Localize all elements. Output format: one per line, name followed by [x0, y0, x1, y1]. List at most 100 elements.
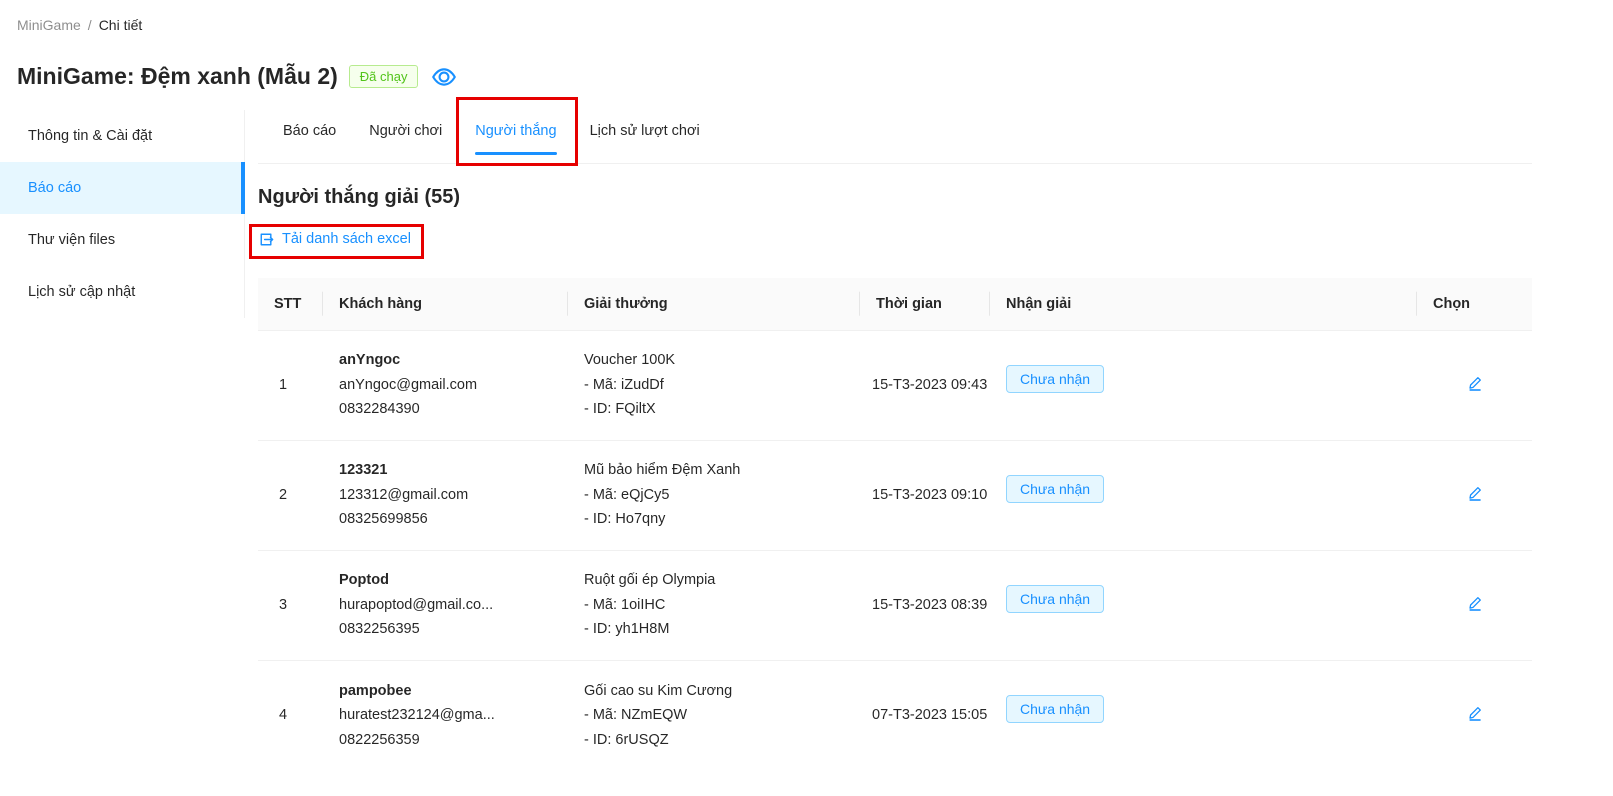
table-header: STTKhách hàngGiải thưởngThời gianNhận gi… [258, 278, 1532, 331]
table-row: 2 123321 123312@gmail.com 08325699856 Mũ… [258, 440, 1532, 550]
prize-id: - ID: 6rUSQZ [584, 728, 844, 753]
cell-time: 15-T3-2023 09:43 [860, 330, 990, 440]
table-row: 4 pampobee huratest232124@gma... 0822256… [258, 660, 1532, 770]
prize-id: - ID: Ho7qny [584, 507, 844, 532]
cell-choose [1417, 550, 1532, 660]
tab-ink-bar [475, 152, 556, 155]
table-body: 1 anYngoc anYngoc@gmail.com 0832284390 V… [258, 330, 1532, 770]
customer-phone: 0832256395 [339, 617, 552, 642]
column-header-2: Giải thưởng [568, 278, 860, 331]
customer-name: anYngoc [339, 348, 552, 373]
status-badge-not-received: Chưa nhận [1006, 475, 1104, 503]
sidebar: Thông tin & Cài đặt Báo cáo Thư viện fil… [0, 106, 245, 318]
sidebar-item-1[interactable]: Báo cáo [0, 162, 244, 214]
edit-icon[interactable] [1466, 594, 1484, 612]
prize-id: - ID: yh1H8M [584, 617, 844, 642]
prize-code: - Mã: iZudDf [584, 373, 844, 398]
cell-stt: 4 [258, 660, 323, 770]
download-excel-label: Tải danh sách excel [282, 231, 411, 247]
sidebar-item-label: Thư viện files [28, 232, 115, 248]
cell-time: 15-T3-2023 09:10 [860, 440, 990, 550]
table-row: 1 anYngoc anYngoc@gmail.com 0832284390 V… [258, 330, 1532, 440]
tab-0[interactable]: Báo cáo [283, 106, 336, 163]
export-icon [259, 232, 274, 247]
cell-choose [1417, 330, 1532, 440]
sidebar-item-label: Lịch sử cập nhật [28, 284, 135, 300]
prize-name: Voucher 100K [584, 348, 844, 373]
cell-customer: pampobee huratest232124@gma... 082225635… [323, 660, 568, 770]
prize-id: - ID: FQiltX [584, 397, 844, 422]
edit-icon[interactable] [1466, 484, 1484, 502]
cell-receive-status: Chưa nhận [990, 440, 1417, 550]
cell-customer: 123321 123312@gmail.com 08325699856 [323, 440, 568, 550]
section-title: Người thắng giải (55) [258, 186, 1532, 209]
tab-label: Báo cáo [283, 123, 336, 139]
cell-prize: Voucher 100K - Mã: iZudDf - ID: FQiltX [568, 330, 860, 440]
customer-phone: 08325699856 [339, 507, 552, 532]
tab-1[interactable]: Người chơi [369, 106, 442, 163]
cell-prize: Ruột gối ép Olympia - Mã: 1oiIHC - ID: y… [568, 550, 860, 660]
status-badge: Đã chạy [349, 65, 419, 88]
column-header-0: STT [258, 278, 323, 331]
cell-receive-status: Chưa nhận [990, 550, 1417, 660]
cell-time: 15-T3-2023 08:39 [860, 550, 990, 660]
download-excel-link[interactable]: Tải danh sách excel [259, 231, 411, 247]
breadcrumb-item-current: Chi tiết [99, 17, 143, 33]
cell-prize: Mũ bảo hiểm Đệm Xanh - Mã: eQjCy5 - ID: … [568, 440, 860, 550]
main-layout: Thông tin & Cài đặt Báo cáo Thư viện fil… [0, 106, 1613, 770]
cell-choose [1417, 660, 1532, 770]
customer-name: 123321 [339, 458, 552, 483]
prize-name: Ruột gối ép Olympia [584, 568, 844, 593]
cell-customer: anYngoc anYngoc@gmail.com 0832284390 [323, 330, 568, 440]
cell-receive-status: Chưa nhận [990, 330, 1417, 440]
winners-table: STTKhách hàngGiải thưởngThời gianNhận gi… [258, 278, 1532, 771]
cell-receive-status: Chưa nhận [990, 660, 1417, 770]
status-badge-not-received: Chưa nhận [1006, 585, 1104, 613]
tab-3[interactable]: Lịch sử lượt chơi [590, 106, 700, 163]
edit-icon[interactable] [1466, 704, 1484, 722]
status-badge-not-received: Chưa nhận [1006, 695, 1104, 723]
column-header-3: Thời gian [860, 278, 990, 331]
tab-label: Lịch sử lượt chơi [590, 123, 700, 139]
customer-name: Poptod [339, 568, 552, 593]
cell-customer: Poptod hurapoptod@gmail.co... 0832256395 [323, 550, 568, 660]
page-title: MiniGame: Đệm xanh (Mẫu 2) [17, 63, 338, 90]
cell-stt: 1 [258, 330, 323, 440]
tab-label: Người thắng [475, 123, 556, 139]
sidebar-item-label: Thông tin & Cài đặt [28, 128, 152, 144]
tab-bar: Báo cáo Người chơi Người thắng Lịch sử l… [258, 106, 1532, 164]
customer-email: anYngoc@gmail.com [339, 373, 552, 398]
column-header-1: Khách hàng [323, 278, 568, 331]
prize-name: Mũ bảo hiểm Đệm Xanh [584, 458, 844, 483]
column-header-4: Nhận giải [990, 278, 1417, 331]
breadcrumb-separator: / [88, 17, 92, 33]
export-link-wrapper: Tải danh sách excel [259, 231, 411, 250]
eye-icon[interactable] [431, 64, 457, 90]
cell-prize: Gối cao su Kim Cương - Mã: NZmEQW - ID: … [568, 660, 860, 770]
sidebar-item-3[interactable]: Lịch sử cập nhật [0, 266, 244, 318]
column-header-5: Chọn [1417, 278, 1532, 331]
sidebar-item-0[interactable]: Thông tin & Cài đặt [0, 110, 244, 162]
cell-choose [1417, 440, 1532, 550]
prize-code: - Mã: eQjCy5 [584, 483, 844, 508]
table-row: 3 Poptod hurapoptod@gmail.co... 08322563… [258, 550, 1532, 660]
breadcrumb: MiniGame / Chi tiết [0, 0, 1613, 33]
content-panel: Báo cáo Người chơi Người thắng Lịch sử l… [245, 106, 1613, 770]
status-badge-not-received: Chưa nhận [1006, 365, 1104, 393]
cell-stt: 3 [258, 550, 323, 660]
tab-2[interactable]: Người thắng [475, 106, 556, 163]
sidebar-menu: Thông tin & Cài đặt Báo cáo Thư viện fil… [0, 110, 245, 318]
customer-name: pampobee [339, 679, 552, 704]
customer-phone: 0822256359 [339, 728, 552, 753]
prize-name: Gối cao su Kim Cương [584, 679, 844, 704]
page-header: MiniGame: Đệm xanh (Mẫu 2) Đã chạy [17, 63, 1613, 90]
customer-email: hurapoptod@gmail.co... [339, 593, 552, 618]
prize-code: - Mã: 1oiIHC [584, 593, 844, 618]
cell-time: 07-T3-2023 15:05 [860, 660, 990, 770]
breadcrumb-item-minigame[interactable]: MiniGame [17, 17, 81, 33]
sidebar-item-2[interactable]: Thư viện files [0, 214, 244, 266]
tab-label: Người chơi [369, 123, 442, 139]
customer-email: 123312@gmail.com [339, 483, 552, 508]
edit-icon[interactable] [1466, 374, 1484, 392]
prize-code: - Mã: NZmEQW [584, 703, 844, 728]
